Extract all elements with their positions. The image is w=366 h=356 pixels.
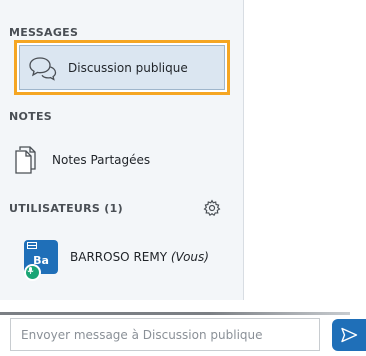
avatar[interactable]: Ba bbox=[24, 240, 58, 281]
shared-notes-label: Notes Partagées bbox=[52, 153, 151, 167]
gear-icon[interactable] bbox=[203, 199, 221, 217]
presenter-icon bbox=[27, 242, 37, 249]
user-name-text: BARROSO REMY bbox=[70, 250, 168, 264]
public-chat-item-inner[interactable]: Discussion publique bbox=[19, 45, 225, 90]
send-button[interactable] bbox=[332, 319, 366, 351]
you-tag: (Vous) bbox=[170, 250, 209, 264]
messages-section-title: MESSAGES bbox=[9, 26, 79, 39]
message-input[interactable] bbox=[11, 326, 319, 343]
user-name: BARROSO REMY (Vous) bbox=[70, 250, 209, 264]
presence-indicator bbox=[24, 264, 41, 281]
message-compose bbox=[10, 318, 320, 351]
microphone-icon bbox=[27, 267, 34, 274]
user-list-item[interactable]: Ba BARROSO REMY (Vous) bbox=[24, 236, 234, 281]
user-list-sidebar: MESSAGES Discussion publique NOTES Notes… bbox=[0, 0, 244, 300]
shared-notes-item[interactable]: Notes Partagées bbox=[14, 140, 230, 180]
notes-section-title: NOTES bbox=[9, 110, 52, 123]
users-section-title: UTILISATEURS (1) bbox=[9, 201, 123, 215]
documents-icon bbox=[15, 146, 36, 174]
panel-divider bbox=[0, 312, 350, 315]
send-icon bbox=[341, 327, 358, 343]
chat-bubbles-icon bbox=[29, 56, 57, 81]
public-chat-item[interactable]: Discussion publique bbox=[14, 40, 230, 95]
public-chat-label: Discussion publique bbox=[68, 60, 188, 75]
users-header: UTILISATEURS (1) bbox=[9, 198, 221, 218]
